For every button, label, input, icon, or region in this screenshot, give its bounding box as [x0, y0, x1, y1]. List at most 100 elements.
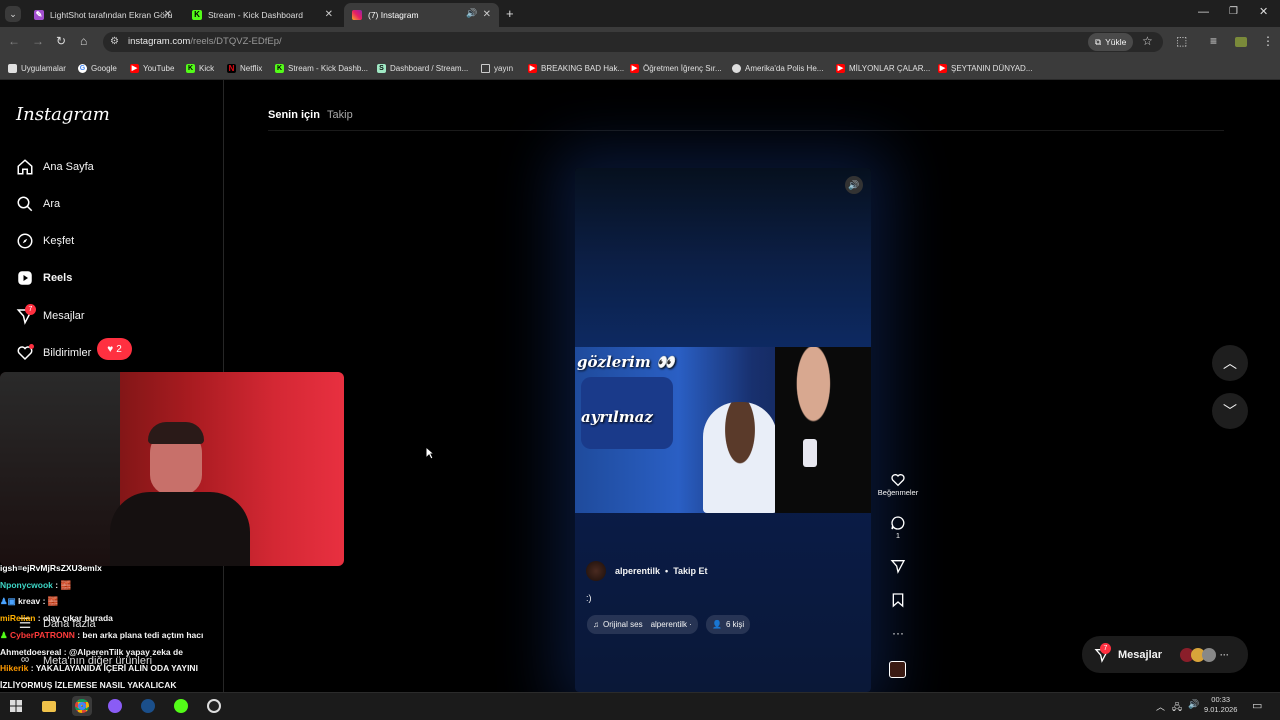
chat-message: Nponycwook : 🧱 — [0, 579, 72, 590]
kick-icon: K — [186, 63, 195, 73]
grid-icon — [8, 63, 17, 73]
share-action[interactable] — [882, 558, 914, 574]
original-audio-chip[interactable]: ♫ Orijinal ses alperentilk · — [587, 615, 698, 634]
gaming-chair — [0, 372, 120, 566]
instagram-logo[interactable]: Instagram — [16, 104, 110, 125]
bookmark-stream-dashboard[interactable]: S Dashboard / Stream... — [377, 61, 468, 75]
close-icon[interactable]: ✕ — [164, 9, 172, 20]
reload-icon[interactable]: ↻ — [56, 34, 66, 48]
kick-app-icon[interactable] — [171, 696, 191, 716]
audio-thumbnail[interactable] — [889, 661, 906, 678]
chrome-icon[interactable] — [72, 696, 92, 716]
nav-explore[interactable]: Keşfet — [16, 231, 74, 251]
bookmark-ogretmen[interactable]: ▶ Öğretmen İğrenç Sır... — [630, 61, 722, 75]
bookmark-apps[interactable]: Uygulamalar — [8, 61, 66, 75]
notifications-pill[interactable]: ♥ 2 — [97, 338, 132, 360]
install-app-button[interactable]: ⧉ Yükle — [1088, 33, 1134, 51]
reel-caption-line-1: gözlerim 👀 — [577, 353, 675, 371]
bookmark-netflix[interactable]: N Netflix — [227, 61, 262, 75]
bookmark-kick[interactable]: K Kick — [186, 61, 214, 75]
nav-search[interactable]: Ara — [16, 194, 60, 214]
tray-chevron-icon[interactable]: ︿ — [1156, 700, 1165, 713]
chat-message: igsh=ejRvMjRsZXU3emlx — [0, 563, 102, 573]
username[interactable]: alperentilk — [615, 566, 660, 576]
forward-icon[interactable]: → — [32, 34, 44, 48]
network-icon[interactable]: 🖧 — [1172, 700, 1182, 716]
comment-icon[interactable] — [890, 515, 906, 531]
notification-center-icon[interactable]: ▭ — [1252, 699, 1262, 712]
music-note-icon: ♫ — [593, 620, 599, 629]
follow-button[interactable]: Takip Et — [673, 566, 707, 576]
bookmark-google[interactable]: G Google — [78, 61, 117, 75]
bookmark-icon[interactable] — [890, 592, 906, 608]
url-text[interactable]: instagram.com/reels/DTQVZ-EDfEp/ — [128, 36, 282, 47]
tab-for-you[interactable]: Senin için — [268, 109, 320, 121]
profile-avatar[interactable] — [1235, 37, 1247, 47]
discord-icon[interactable] — [105, 696, 125, 716]
close-icon[interactable]: ✕ — [483, 9, 491, 20]
volume-icon[interactable]: 🔊 — [845, 176, 863, 194]
divider — [268, 130, 1224, 131]
site-info-icon[interactable]: ⚙ — [110, 36, 119, 47]
back-icon[interactable]: ← — [8, 34, 20, 48]
bookmark-star-icon[interactable]: ☆ — [1142, 34, 1153, 48]
share-icon[interactable] — [890, 558, 906, 574]
tagged-people-chip[interactable]: 👤 6 kişi — [706, 615, 751, 634]
tab-kick-dashboard[interactable]: K Stream - Kick Dashboard ✕ — [184, 3, 341, 27]
previous-reel-button[interactable]: ︿ — [1212, 345, 1248, 381]
speaker-icon[interactable]: 🔊 — [466, 8, 477, 19]
tab-following[interactable]: Takip — [327, 109, 353, 121]
home-icon — [17, 159, 33, 175]
tab-search-button[interactable]: ⌄ — [5, 6, 21, 22]
clock[interactable]: 00:33 9.01.2026 — [1204, 695, 1237, 715]
nav-reels[interactable]: Reels — [16, 268, 72, 288]
nav-notifications[interactable]: Bildirimler — [16, 343, 91, 363]
search-icon — [17, 196, 33, 212]
next-reel-button[interactable]: ﹀ — [1212, 393, 1248, 429]
close-icon[interactable]: ✕ — [325, 9, 333, 20]
youtube-icon: ▶ — [130, 63, 139, 73]
bookmark-milyonlar[interactable]: ▶ MİLYONLAR ÇALAR... — [836, 61, 930, 75]
bookmark-seytanin[interactable]: ▶ ŞEYTANIN DÜNYAD... — [938, 61, 1033, 75]
messages-pill[interactable]: Mesajlar ··· — [1082, 636, 1248, 673]
extensions-icon[interactable]: ⬚ — [1176, 34, 1187, 48]
streamer-shirt — [110, 492, 250, 566]
google-icon: G — [78, 63, 87, 73]
youtube-icon: ▶ — [528, 63, 537, 73]
avatar[interactable] — [586, 561, 606, 581]
restore-icon[interactable]: ❐ — [1229, 6, 1238, 17]
reading-list-icon[interactable]: ≡ — [1210, 34, 1217, 48]
bookmark-kick-dashboard[interactable]: K Stream - Kick Dashb... — [275, 61, 368, 75]
obs-icon[interactable] — [204, 696, 224, 716]
menu-icon[interactable]: ⋮ — [1262, 34, 1274, 48]
save-action[interactable] — [882, 592, 914, 608]
heart-icon[interactable] — [890, 472, 906, 488]
more-options-icon[interactable]: ··· — [882, 626, 914, 640]
kick-icon: K — [275, 63, 284, 73]
neon-sign — [603, 457, 643, 477]
tab-lightshot[interactable]: ✎ LightShot tarafından Ekran Görü ✕ — [26, 3, 180, 27]
chat-message: Ahmetdoesreal : @AlperenTilk yapay zeka … — [0, 646, 183, 657]
comment-action[interactable]: 1 — [882, 515, 914, 540]
minimize-icon[interactable]: — — [1198, 6, 1209, 18]
folder-icon — [481, 63, 490, 73]
new-tab-button[interactable]: + — [506, 6, 514, 21]
windows-start-icon[interactable] — [6, 696, 26, 716]
person-woman — [703, 402, 777, 513]
webcam-overlay — [0, 372, 344, 566]
compass-icon — [17, 233, 33, 249]
streamer-hair — [148, 422, 204, 444]
bookmark-youtube[interactable]: ▶ YouTube — [130, 61, 174, 75]
reel-video-frame[interactable] — [575, 347, 871, 513]
bookmark-folder-yayin[interactable]: yayın — [481, 61, 513, 75]
file-explorer-icon[interactable] — [39, 696, 59, 716]
bookmark-breaking-bad[interactable]: ▶ BREAKING BAD Hak... — [528, 61, 624, 75]
nav-home[interactable]: Ana Sayfa — [16, 157, 94, 177]
like-action[interactable]: Beğenmeler — [878, 472, 918, 497]
tab-instagram[interactable]: (7) Instagram 🔊 ✕ — [344, 3, 499, 27]
home-icon[interactable]: ⌂ — [80, 34, 87, 48]
steam-icon[interactable] — [138, 696, 158, 716]
window-close-icon[interactable]: ✕ — [1259, 5, 1268, 18]
volume-icon[interactable]: 🔊 — [1188, 699, 1199, 710]
bookmark-amerika[interactable]: Amerika'da Polis He... — [732, 61, 823, 75]
